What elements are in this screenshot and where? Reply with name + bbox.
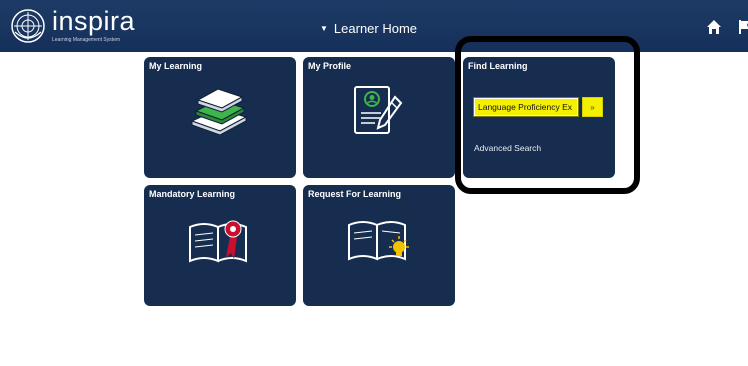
page-title: Learner Home <box>333 21 418 36</box>
tile-title: Mandatory Learning <box>149 189 236 199</box>
brand-subtitle: Learning Management System <box>52 37 121 43</box>
open-book-ribbon-icon <box>189 220 247 263</box>
tile-title: Request For Learning <box>308 189 402 199</box>
page-title-menu[interactable]: ▼ Learner Home <box>320 21 417 36</box>
stacked-books-icon <box>190 88 248 135</box>
tile-title: My Learning <box>149 61 203 71</box>
brand-name: inspira <box>52 6 136 36</box>
un-emblem-icon <box>11 9 45 43</box>
flag-icon[interactable] <box>738 19 748 35</box>
profile-document-pen-icon <box>354 86 403 134</box>
chevron-down-icon: ▼ <box>320 24 328 33</box>
tile-my-profile[interactable]: My Profile <box>303 57 455 178</box>
open-book-lightbulb-icon <box>348 221 409 261</box>
annotation-highlight-box <box>455 36 640 194</box>
home-icon[interactable] <box>706 19 722 35</box>
tile-title: My Profile <box>308 61 352 71</box>
tile-mandatory-learning[interactable]: Mandatory Learning <box>144 185 296 306</box>
inspira-logo[interactable]: inspira Learning Management System <box>10 8 135 44</box>
tile-request-for-learning[interactable]: Request For Learning <box>303 185 455 306</box>
tile-my-learning[interactable]: My Learning <box>144 57 296 178</box>
